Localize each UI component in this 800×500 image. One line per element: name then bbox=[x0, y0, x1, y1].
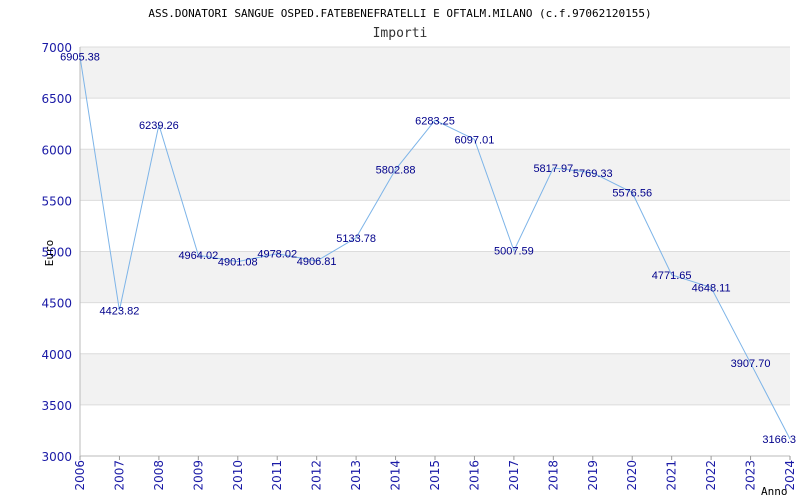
data-label: 4978.02 bbox=[257, 249, 297, 261]
x-tick-label: 2019 bbox=[586, 460, 600, 491]
x-tick-label: 2010 bbox=[231, 460, 245, 491]
data-label: 4901.08 bbox=[218, 257, 258, 269]
x-tick-label: 2017 bbox=[507, 460, 521, 491]
x-tick-label: 2015 bbox=[428, 460, 442, 491]
data-label: 6905.38 bbox=[60, 52, 100, 64]
y-tick-label: 3000 bbox=[41, 450, 72, 464]
data-label: 6239.26 bbox=[139, 120, 179, 132]
chart-subtitle: Importi bbox=[373, 26, 428, 41]
x-tick-label: 2021 bbox=[665, 460, 679, 491]
y-tick-label: 5500 bbox=[41, 194, 72, 208]
x-tick-label: 2006 bbox=[73, 460, 87, 491]
data-label: 4648.11 bbox=[692, 282, 731, 294]
data-label: 5769.33 bbox=[573, 168, 613, 180]
data-label: 6097.01 bbox=[455, 134, 495, 146]
data-label: 5817.97 bbox=[533, 163, 573, 175]
data-label: 3166.3 bbox=[762, 434, 796, 446]
x-tick-label: 2020 bbox=[625, 460, 639, 491]
data-label: 5133.78 bbox=[336, 233, 376, 245]
x-tick-label: 2011 bbox=[270, 460, 284, 491]
line-chart: ASS.DONATORI SANGUE OSPED.FATEBENEFRATEL… bbox=[41, 7, 797, 498]
y-tick-label: 4500 bbox=[41, 297, 72, 311]
grid-band bbox=[80, 149, 790, 201]
data-label: 4964.02 bbox=[178, 250, 218, 262]
y-axis-title: Euro bbox=[43, 240, 56, 267]
data-label: 4423.82 bbox=[100, 305, 140, 317]
x-tick-label: 2007 bbox=[112, 460, 126, 491]
x-tick-label: 2023 bbox=[744, 460, 758, 491]
data-label: 5007.59 bbox=[494, 246, 534, 258]
x-tick-label: 2013 bbox=[349, 460, 363, 491]
x-tick-label: 2018 bbox=[546, 460, 560, 491]
data-label: 6283.25 bbox=[415, 115, 455, 127]
y-tick-label: 3500 bbox=[41, 399, 72, 413]
data-label: 5576.56 bbox=[612, 188, 652, 200]
y-tick-label: 6500 bbox=[41, 92, 72, 106]
x-tick-label: 2016 bbox=[467, 460, 481, 491]
x-tick-label: 2022 bbox=[704, 460, 718, 491]
y-tick-label: 6000 bbox=[41, 143, 72, 157]
grid-band bbox=[80, 47, 790, 99]
data-label: 5802.88 bbox=[376, 164, 416, 176]
x-axis-ticks: 2006 2007 2008 2009 2010 2011 2012 2013 2014 2015… bbox=[73, 456, 797, 491]
data-label: 4771.65 bbox=[652, 270, 692, 282]
data-label: 4906.81 bbox=[297, 256, 337, 268]
x-tick-label: 2008 bbox=[152, 460, 166, 491]
data-label: 3907.70 bbox=[731, 358, 771, 370]
x-axis-title: Anno bbox=[761, 485, 788, 498]
grid-band bbox=[80, 353, 790, 405]
x-tick-label: 2012 bbox=[310, 460, 324, 491]
x-tick-label: 2014 bbox=[389, 460, 403, 491]
chart-title: ASS.DONATORI SANGUE OSPED.FATEBENEFRATEL… bbox=[148, 7, 651, 20]
y-tick-label: 4000 bbox=[41, 348, 72, 362]
x-tick-label: 2009 bbox=[191, 460, 205, 491]
